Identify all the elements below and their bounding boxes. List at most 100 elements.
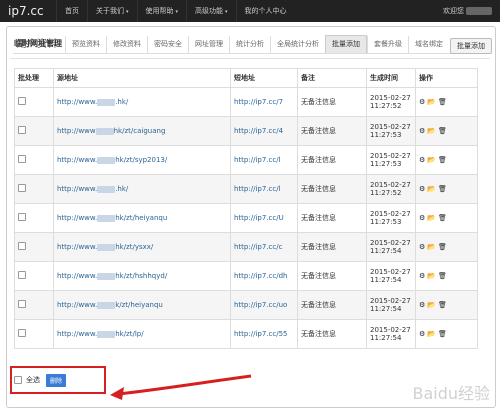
table-row: http://www. hk/zt/ysxx/ http://ip7.cc/c 无… bbox=[14, 232, 478, 262]
nav-personal-center[interactable]: 我的个人中心 bbox=[235, 0, 295, 22]
redacted-mask bbox=[95, 127, 114, 135]
delete-icon[interactable]: 🗑 bbox=[438, 127, 447, 135]
tab-batch-add[interactable]: 批量添加 bbox=[325, 35, 367, 53]
tab-stats[interactable]: 统计分析 bbox=[229, 36, 270, 53]
annotation-arrow bbox=[110, 374, 252, 400]
short-url[interactable]: http://ip7.cc/uo bbox=[234, 301, 287, 309]
row-checkbox[interactable] bbox=[18, 242, 26, 250]
folder-icon[interactable]: 📂 bbox=[427, 301, 436, 309]
short-url[interactable]: http://ip7.cc/55 bbox=[234, 330, 287, 338]
welcome-text: 欢迎您 bbox=[443, 0, 492, 22]
time-cell: 2015-02-27 11:27:54 bbox=[366, 319, 416, 349]
chevron-down-icon: ▾ bbox=[175, 9, 179, 15]
col-note: 备注 bbox=[297, 68, 367, 88]
folder-icon[interactable]: 📂 bbox=[427, 98, 436, 106]
source-url[interactable]: http://www. .hk/ bbox=[57, 185, 128, 193]
chevron-down-icon: ▾ bbox=[225, 9, 228, 15]
nav-advanced[interactable]: 高级功能 ▾ bbox=[186, 0, 236, 22]
folder-icon[interactable]: 📂 bbox=[427, 185, 436, 193]
short-url[interactable]: http://ip7.cc/7 bbox=[234, 98, 283, 106]
chevron-down-icon: ▾ bbox=[126, 9, 129, 15]
settings-icon[interactable]: ⚙ bbox=[419, 272, 425, 280]
settings-icon[interactable]: ⚙ bbox=[419, 185, 425, 193]
table-row: http://www. hk/zt/syp2013/ http://ip7.cc/… bbox=[14, 145, 478, 175]
note-cell: 无备注信息 bbox=[297, 261, 367, 291]
settings-icon[interactable]: ⚙ bbox=[419, 214, 425, 222]
short-url[interactable]: http://ip7.cc/dh bbox=[234, 272, 287, 280]
col-batch: 批处理 bbox=[14, 68, 54, 88]
settings-icon[interactable]: ⚙ bbox=[419, 156, 425, 164]
row-checkbox[interactable] bbox=[18, 271, 26, 279]
tab-upgrade[interactable]: 套餐升级 bbox=[367, 36, 408, 53]
delete-icon[interactable]: 🗑 bbox=[438, 214, 447, 222]
tab-edit[interactable]: 修改资料 bbox=[106, 36, 147, 53]
url-table: 批处理 源地址 短地址 备注 生成时间 操作 http://www. .hk/ h… bbox=[14, 68, 478, 349]
top-nav: 首页 关于我们 ▾ 使用帮助 ▾ 高级功能 ▾ 我的个人中心 bbox=[56, 0, 295, 22]
settings-icon[interactable]: ⚙ bbox=[419, 243, 425, 251]
source-url[interactable]: http://www. .hk/ bbox=[57, 98, 128, 106]
settings-icon[interactable]: ⚙ bbox=[419, 301, 425, 309]
note-cell: 无备注信息 bbox=[297, 116, 367, 146]
note-cell: 无备注信息 bbox=[297, 232, 367, 262]
time-cell: 2015-02-27 11:27:52 bbox=[366, 174, 416, 204]
row-checkbox[interactable] bbox=[18, 213, 26, 221]
time-cell: 2015-02-27 11:27:53 bbox=[366, 203, 416, 233]
table-row: http://www. k/zt/heiyanqu http://ip7.cc/u… bbox=[14, 290, 478, 320]
tab-global-stats[interactable]: 全局统计分析 bbox=[270, 36, 325, 53]
settings-icon[interactable]: ⚙ bbox=[419, 330, 425, 338]
redacted-mask bbox=[97, 98, 116, 106]
delete-icon[interactable]: 🗑 bbox=[438, 301, 447, 309]
short-url[interactable]: http://ip7.cc/c bbox=[234, 243, 282, 251]
redacted-mask bbox=[97, 214, 116, 222]
folder-icon[interactable]: 📂 bbox=[427, 214, 436, 222]
delete-icon[interactable]: 🗑 bbox=[438, 98, 447, 106]
settings-icon[interactable]: ⚙ bbox=[419, 98, 425, 106]
tab-bar: 用户资料 预览资料 修改资料 密码安全 网址管理 统计分析 全局统计分析 批量添… bbox=[13, 35, 489, 54]
redacted-mask bbox=[97, 156, 116, 164]
row-checkbox[interactable] bbox=[18, 329, 26, 337]
redacted-mask bbox=[97, 301, 116, 309]
folder-icon[interactable]: 📂 bbox=[427, 243, 436, 251]
folder-icon[interactable]: 📂 bbox=[427, 127, 436, 135]
delete-icon[interactable]: 🗑 bbox=[438, 185, 447, 193]
delete-icon[interactable]: 🗑 bbox=[438, 243, 447, 251]
settings-icon[interactable]: ⚙ bbox=[419, 127, 425, 135]
source-url[interactable]: http://www. hk/zt/heiyanqu bbox=[57, 214, 167, 222]
time-cell: 2015-02-27 11:27:54 bbox=[366, 290, 416, 320]
short-url[interactable]: http://ip7.cc/l bbox=[234, 185, 281, 193]
delete-icon[interactable]: 🗑 bbox=[438, 330, 447, 338]
short-url[interactable]: http://ip7.cc/l bbox=[234, 156, 281, 164]
folder-icon[interactable]: 📂 bbox=[427, 330, 436, 338]
nav-about[interactable]: 关于我们 ▾ bbox=[87, 0, 137, 22]
folder-icon[interactable]: 📂 bbox=[427, 272, 436, 280]
source-url[interactable]: http://www. hk/zt/lp/ bbox=[57, 330, 144, 338]
redacted-mask bbox=[97, 272, 116, 280]
short-url[interactable]: http://ip7.cc/U bbox=[234, 214, 284, 222]
source-url[interactable]: http://www. hk/zt/syp2013/ bbox=[57, 156, 167, 164]
delete-icon[interactable]: 🗑 bbox=[438, 156, 447, 164]
tab-preview[interactable]: 预览资料 bbox=[65, 36, 106, 53]
source-url[interactable]: http://www. hk/zt/hshhqyd/ bbox=[57, 272, 167, 280]
nav-home[interactable]: 首页 bbox=[56, 0, 87, 22]
row-checkbox[interactable] bbox=[18, 126, 26, 134]
brand-logo[interactable]: ip7.cc bbox=[8, 4, 44, 18]
row-checkbox[interactable] bbox=[18, 97, 26, 105]
row-checkbox[interactable] bbox=[18, 155, 26, 163]
redacted-mask bbox=[97, 185, 116, 193]
source-url[interactable]: http://www. k/zt/heiyanqu bbox=[57, 301, 163, 309]
tab-url-manage[interactable]: 网址管理 bbox=[188, 36, 229, 53]
source-url[interactable]: http://www hk/zt/caiguang bbox=[57, 127, 165, 135]
short-url[interactable]: http://ip7.cc/4 bbox=[234, 127, 283, 135]
tab-domain[interactable]: 域名绑定 bbox=[408, 36, 449, 53]
batch-add-button[interactable]: 批量添加 bbox=[450, 38, 492, 54]
note-cell: 无备注信息 bbox=[297, 203, 367, 233]
row-checkbox[interactable] bbox=[18, 300, 26, 308]
tab-password[interactable]: 密码安全 bbox=[147, 36, 188, 53]
folder-icon[interactable]: 📂 bbox=[427, 156, 436, 164]
redacted-mask bbox=[97, 243, 116, 251]
top-navbar: ip7.cc 首页 关于我们 ▾ 使用帮助 ▾ 高级功能 ▾ 我的个人中心 欢迎您 bbox=[0, 0, 500, 22]
row-checkbox[interactable] bbox=[18, 184, 26, 192]
source-url[interactable]: http://www. hk/zt/ysxx/ bbox=[57, 243, 153, 251]
nav-help[interactable]: 使用帮助 ▾ bbox=[136, 0, 187, 22]
delete-icon[interactable]: 🗑 bbox=[438, 272, 447, 280]
